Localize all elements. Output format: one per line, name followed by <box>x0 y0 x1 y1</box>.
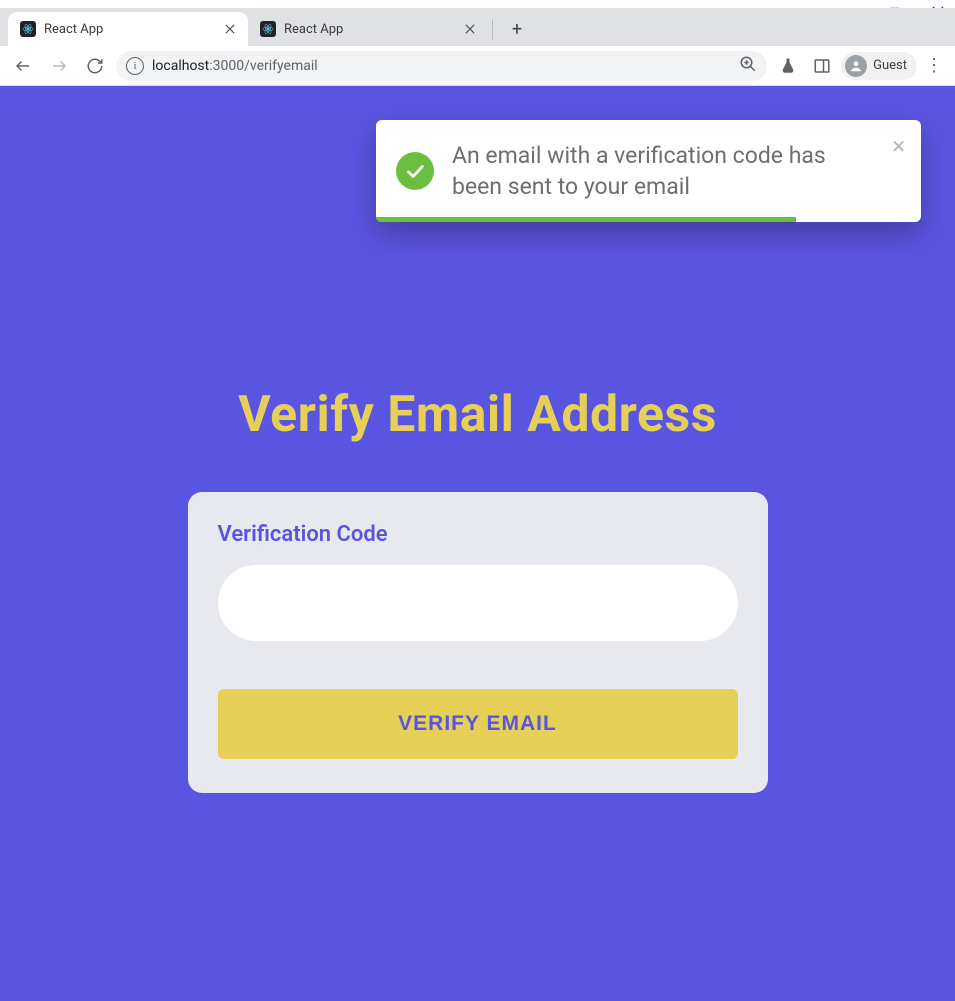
new-tab-button[interactable]: + <box>503 15 531 43</box>
verify-email-button[interactable]: VERIFY EMAIL <box>218 689 738 759</box>
zoom-icon[interactable] <box>739 55 757 77</box>
reload-button[interactable] <box>80 51 110 81</box>
tab-close-button[interactable] <box>222 21 238 37</box>
toast-notification: An email with a verification code has be… <box>376 120 921 222</box>
window-title-bar <box>0 0 955 8</box>
react-favicon <box>260 21 276 37</box>
tab-divider <box>492 20 493 40</box>
profile-chip[interactable]: Guest <box>841 52 917 80</box>
browser-tab[interactable]: React App <box>248 12 488 46</box>
tab-title: React App <box>284 22 454 37</box>
site-info-icon[interactable]: i <box>126 57 144 75</box>
toast-close-button[interactable]: × <box>892 134 905 158</box>
tab-close-button[interactable] <box>462 21 478 37</box>
toast-message: An email with a verification code has be… <box>452 140 871 202</box>
browser-tab[interactable]: React App <box>8 12 248 46</box>
code-field-label: Verification Code <box>218 522 738 547</box>
side-panel-icon[interactable] <box>807 51 837 81</box>
toast-progress-bar <box>376 217 796 222</box>
react-favicon <box>20 21 36 37</box>
experiments-icon[interactable] <box>773 51 803 81</box>
verification-code-input[interactable] <box>218 565 738 641</box>
success-check-icon <box>396 152 434 190</box>
avatar-icon <box>845 55 867 77</box>
browser-menu-button[interactable]: ⋮ <box>921 55 947 76</box>
page-heading: Verify Email Address <box>188 386 768 444</box>
page-viewport: An email with a verification code has be… <box>0 86 955 1001</box>
tab-title: React App <box>44 22 214 37</box>
tab-strip: React App React App + <box>0 8 955 46</box>
profile-label: Guest <box>873 58 907 73</box>
forward-button[interactable] <box>44 51 74 81</box>
browser-toolbar: i localhost:3000/verifyemail Guest ⋮ <box>0 46 955 86</box>
address-bar[interactable]: i localhost:3000/verifyemail <box>116 51 767 81</box>
back-button[interactable] <box>8 51 38 81</box>
url-text: localhost:3000/verifyemail <box>152 58 318 74</box>
verify-card: Verification Code VERIFY EMAIL <box>188 492 768 793</box>
